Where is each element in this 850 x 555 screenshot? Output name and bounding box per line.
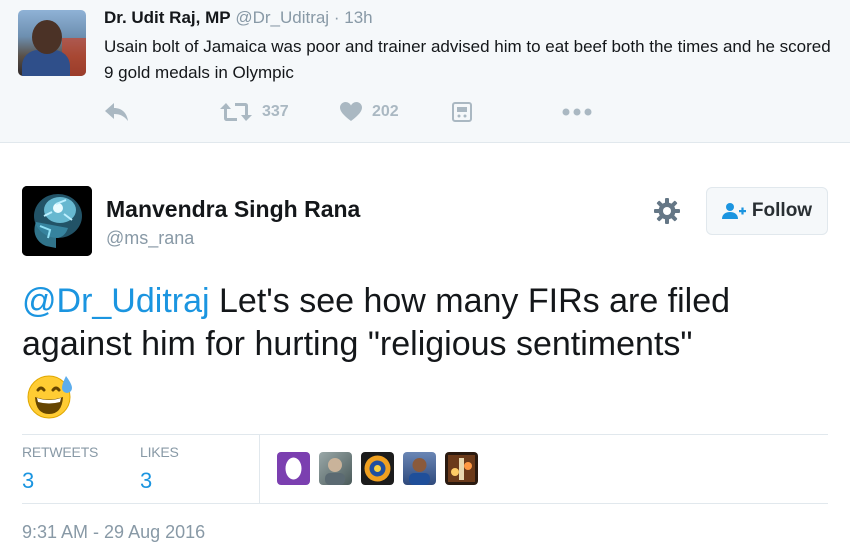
like-button[interactable]: 202 [340, 98, 399, 126]
likes-stat[interactable]: LIKES 3 [140, 444, 179, 494]
photo-button[interactable] [452, 98, 472, 126]
mention-link[interactable]: @Dr_Uditraj [22, 282, 210, 320]
liker-avatar[interactable] [403, 452, 436, 485]
reply-button[interactable] [104, 98, 130, 126]
photo-icon [452, 102, 472, 122]
parent-author-name[interactable]: Dr. Udit Raj, MP [104, 8, 231, 27]
follow-button-label: Follow [751, 200, 813, 221]
heart-icon [340, 102, 362, 121]
settings-button[interactable] [652, 196, 682, 226]
like-count: 202 [372, 103, 399, 120]
parent-tweet-time[interactable]: 13h [344, 8, 372, 27]
retweets-label: RETWEETS [22, 444, 99, 460]
likes-label: LIKES [140, 444, 179, 460]
author-name[interactable]: Manvendra Singh Rana [106, 196, 360, 223]
author-avatar[interactable] [22, 186, 92, 256]
author-handle[interactable]: @ms_rana [106, 228, 194, 249]
reply-icon [105, 103, 128, 121]
stats-divider-bottom [22, 503, 828, 504]
liker-avatar[interactable] [445, 452, 478, 485]
grinning-sweat-emoji [26, 372, 74, 420]
gear-icon [654, 198, 680, 224]
liker-avatar[interactable] [277, 452, 310, 485]
parent-tweet-actions: 337 202 [104, 98, 704, 126]
liker-avatar[interactable] [361, 452, 394, 485]
parent-tweet-time-sep: · [333, 8, 340, 27]
parent-author-avatar[interactable] [18, 10, 86, 76]
parent-tweet-header: Dr. Udit Raj, MP @Dr_Uditraj · 13h [104, 8, 373, 28]
tweet-text: @Dr_Uditraj Let's see how many FIRs are … [22, 280, 832, 366]
likes-value: 3 [140, 468, 153, 493]
parent-author-handle[interactable]: @Dr_Uditraj [235, 8, 329, 27]
follow-button[interactable]: Follow [706, 187, 828, 235]
add-user-icon [721, 203, 746, 219]
more-button[interactable] [562, 98, 592, 126]
liker-avatars [277, 452, 487, 485]
retweet-icon [220, 103, 252, 121]
stats-divider-vertical [259, 434, 260, 503]
retweet-button[interactable]: 337 [220, 98, 289, 126]
liker-avatar[interactable] [319, 452, 352, 485]
stats-divider-top [22, 434, 828, 435]
more-dots-icon [562, 108, 592, 116]
retweets-stat[interactable]: RETWEETS 3 [22, 444, 98, 494]
parent-tweet-text: Usain bolt of Jamaica was poor and train… [104, 37, 831, 82]
retweets-value: 3 [22, 468, 35, 493]
xray-head-avatar [22, 186, 92, 256]
parent-tweet[interactable]: Dr. Udit Raj, MP @Dr_Uditraj · 13h Usain… [0, 0, 850, 143]
retweet-count: 337 [262, 103, 289, 120]
avatar-face [32, 20, 62, 54]
tweet-timestamp[interactable]: 9:31 AM - 29 Aug 2016 [22, 522, 205, 543]
